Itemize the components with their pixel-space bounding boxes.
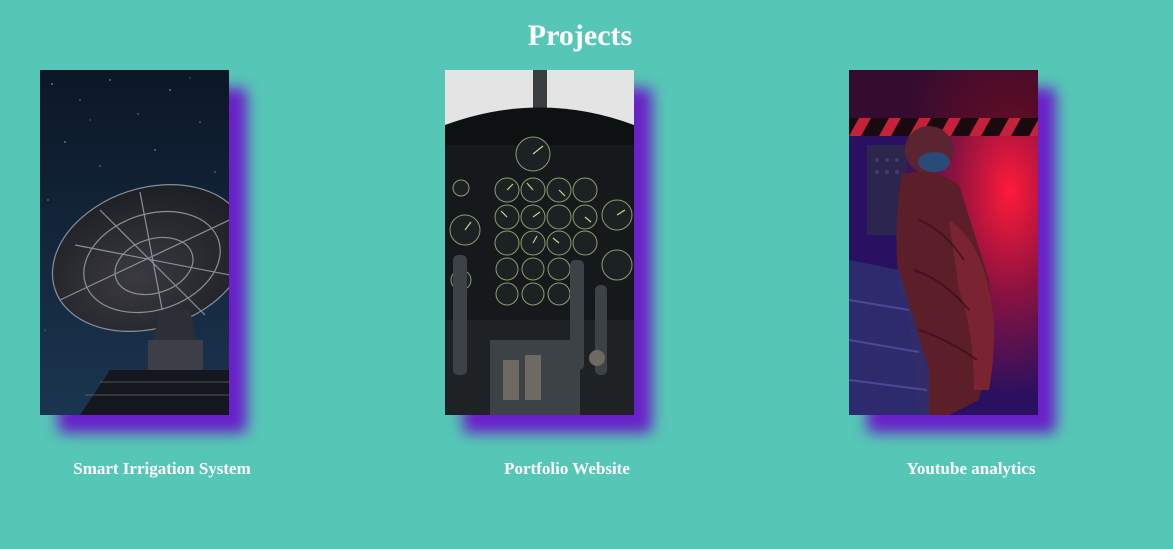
- project-title-portfolio[interactable]: Portfolio Website: [437, 458, 697, 480]
- project-image-astronaut[interactable]: [849, 70, 1038, 415]
- page-title: Projects: [527, 19, 633, 52]
- project-card-portfolio[interactable]: [445, 70, 652, 433]
- satellite-dish-icon: [40, 70, 229, 415]
- project-card-youtube[interactable]: [849, 70, 1056, 433]
- project-image-satellite-dish[interactable]: [40, 70, 229, 415]
- project-title-smart-irrigation[interactable]: Smart Irrigation System: [32, 458, 292, 480]
- project-title-youtube[interactable]: Youtube analytics: [841, 458, 1101, 480]
- astronaut-icon: [849, 70, 1038, 415]
- cockpit-icon: [445, 70, 634, 415]
- project-image-cockpit[interactable]: [445, 70, 634, 415]
- project-card-smart-irrigation[interactable]: [40, 70, 247, 433]
